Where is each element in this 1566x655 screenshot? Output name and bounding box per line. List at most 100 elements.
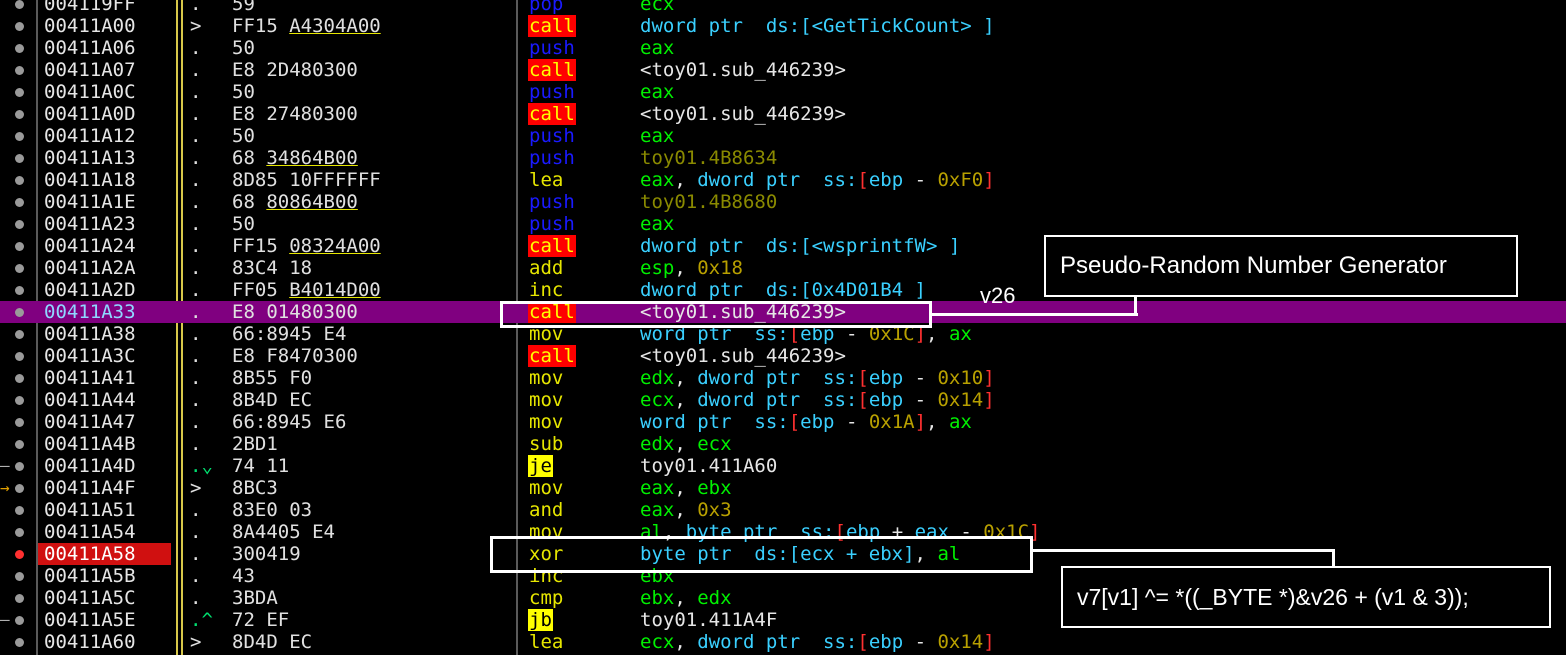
breakpoint-dot-icon[interactable] [15,66,24,75]
address-cell[interactable]: 00411A54 [38,521,171,543]
address-cell[interactable]: 00411A41 [38,367,171,389]
address-cell[interactable]: 00411A13 [38,147,171,169]
breakpoint-dot-icon[interactable] [15,198,24,207]
instruction-row[interactable]: 00411A13. 68 34864B00 push toy01.4B8634 [0,147,1566,169]
breakpoint-dot-icon[interactable] [15,88,24,97]
breakpoint-dot-icon[interactable] [15,220,24,229]
breakpoint-dot-icon[interactable] [15,506,24,515]
address-cell[interactable]: 00411A4D [38,455,171,477]
address-cell[interactable]: 00411A47 [38,411,171,433]
address-cell[interactable]: 00411A1E [38,191,171,213]
instruction-row[interactable]: 00411A44. 8B4D EC mov ecx, dword ptr ss:[eb… [0,389,1566,411]
address-cell[interactable]: 00411A5C [38,587,171,609]
instruction-row[interactable]: 00411A4B. 2BD1 sub edx, ecx [0,433,1566,455]
breakpoint-dot-icon[interactable] [15,484,24,493]
bytes-segment: 68 [232,147,267,169]
address-cell[interactable]: 00411A38 [38,323,171,345]
jump-marker: . [190,169,202,191]
breakpoint-dot-icon[interactable] [15,572,24,581]
bytes-segment: 3BDA [232,587,278,609]
bytes-cell: 50 [232,37,255,59]
instruction-row[interactable]: 00411A0C. 50 push eax [0,81,1566,103]
breakpoint-dot-icon[interactable] [15,440,24,449]
instruction-row[interactable]: 00411A18. 8D85 10FFFFFF lea eax, dword ptr … [0,169,1566,191]
operand-token: ss: [800,169,858,191]
breakpoint-dot-icon[interactable] [15,44,24,53]
instruction-row[interactable]: 00411A47. 66:8945 E6 mov word ptr ss:[ebp -… [0,411,1566,433]
breakpoint-dot-icon[interactable] [15,286,24,295]
address-cell[interactable]: 00411A0C [38,81,171,103]
breakpoint-dot-icon[interactable] [15,132,24,141]
address-cell[interactable]: 00411A4F [38,477,171,499]
breakpoint-dot-icon[interactable] [15,0,24,9]
instruction-row[interactable]: 00411A06. 50 push eax [0,37,1566,59]
breakpoint-dot-icon[interactable] [15,352,24,361]
mnemonic: push [529,191,575,213]
breakpoint-dot-icon[interactable] [15,594,24,603]
address-cell[interactable]: 00411A2D [38,279,171,301]
address-cell[interactable]: 00411A3C [38,345,171,367]
address-cell[interactable]: 00411A18 [38,169,171,191]
address-cell[interactable]: 00411A60 [38,631,171,653]
bytes-segment: 59 [232,0,255,15]
operand-token: dword ptr [697,631,801,653]
breakpoint-dot-icon[interactable] [15,638,24,647]
instruction-row[interactable]: 00411A12. 50 push eax [0,125,1566,147]
breakpoint-dot-icon[interactable] [15,374,24,383]
operands: dword ptr ds:[<wsprintfW> ] [640,235,960,257]
address-cell[interactable]: 00411A2A [38,257,171,279]
instruction-row[interactable]: → 00411A4F >8BC3 mov eax, ebx [0,477,1566,499]
breakpoint-dot-icon[interactable] [15,264,24,273]
breakpoint-dot-icon[interactable] [15,330,24,339]
mnemonic: mov [529,477,564,499]
operands: edx, dword ptr ss:[ebp - 0x10] [640,367,995,389]
breakpoint-dot-icon[interactable] [15,616,24,625]
instruction-row[interactable]: 00411A1E. 68 80864B00 push toy01.4B8680 [0,191,1566,213]
instruction-row[interactable]: 00411A41. 8B55 F0 mov edx, dword ptr ss:[eb… [0,367,1566,389]
breakpoint-dot-icon[interactable] [15,242,24,251]
operands: dword ptr ds:[<GetTickCount> ] [640,15,995,37]
address-cell[interactable]: 00411A00 [38,15,171,37]
bytes-cell: E8 F8470300 [232,345,358,367]
breakpoint-dot-icon[interactable] [15,308,24,317]
address-cell[interactable]: 00411A24 [38,235,171,257]
address-cell[interactable]: 00411A12 [38,125,171,147]
breakpoint-dot-icon[interactable] [15,462,24,471]
bytes-segment: 08324A00 [289,235,381,257]
address-cell[interactable]: 00411A5B [38,565,171,587]
breakpoint-dot-icon[interactable] [15,176,24,185]
address-cell[interactable]: 00411A23 [38,213,171,235]
breakpoint-dot-icon[interactable] [15,22,24,31]
address-cell[interactable]: 00411A58 [38,543,171,565]
instruction-row[interactable]: 00411A3C. E8 F8470300 call <toy01.sub_44623… [0,345,1566,367]
address-cell[interactable]: 00411A06 [38,37,171,59]
bytes-cell: 300419 [232,543,301,565]
instruction-row[interactable]: 00411A60 >8D4D EC lea ecx, dword ptr ss:[eb… [0,631,1566,653]
instruction-row[interactable]: 00411A00 > FF15 A4304A00 call dword ptr ds:[… [0,15,1566,37]
breakpoint-dot-icon[interactable] [15,154,24,163]
instruction-row[interactable]: 00411A07. E8 2D480300 call <toy01.sub_44623… [0,59,1566,81]
bytes-segment: 8BC3 [232,477,278,499]
address-cell[interactable]: 00411A0D [38,103,171,125]
breakpoint-dot-icon[interactable] [15,528,24,537]
operand-token: ss: [800,389,858,411]
instruction-row[interactable]: 00411A51. 83E0 03 and eax, 0x3 [0,499,1566,521]
instruction-row[interactable]: 00411A23. 50 push eax [0,213,1566,235]
address-cell[interactable]: 00411A51 [38,499,171,521]
instruction-row[interactable]: – 00411A4D .⌄ 74 11 je toy01.411A60 [0,455,1566,477]
operand-token: esp [640,257,675,279]
address-cell[interactable]: 00411A5E [38,609,171,631]
breakpoint-dot-icon[interactable] [15,396,24,405]
address-cell[interactable]: 00411A44 [38,389,171,411]
address-cell[interactable]: 00411A4B [38,433,171,455]
breakpoint-dot-icon[interactable] [15,110,24,119]
operand-token: - [903,389,938,411]
address-cell[interactable]: 00411A33 [38,301,171,323]
address-cell[interactable]: 00411A07 [38,59,171,81]
instruction-row[interactable]: 00411A0D. E8 27480300 call <toy01.sub_44623… [0,103,1566,125]
bytes-segment: 34864B00 [266,147,358,169]
breakpoint-icon[interactable] [15,550,24,559]
instruction-row[interactable]: 004119FF. 59 pop ecx [0,0,1566,15]
address-cell[interactable]: 004119FF [38,0,171,15]
breakpoint-dot-icon[interactable] [15,418,24,427]
